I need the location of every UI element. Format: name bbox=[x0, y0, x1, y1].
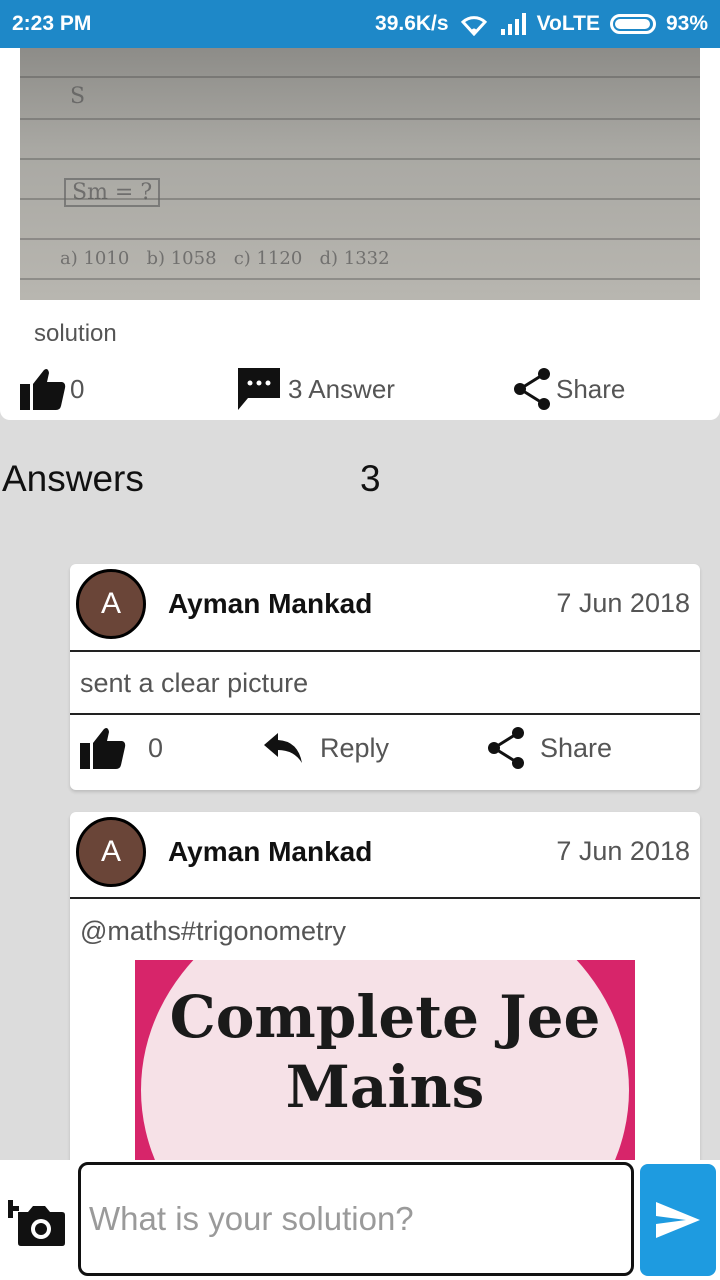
paper-rule bbox=[20, 158, 700, 160]
answer-share-label: Share bbox=[540, 732, 613, 763]
question-answer-button[interactable]: 3 Answer bbox=[238, 364, 395, 414]
question-share-label: Share bbox=[556, 373, 626, 404]
status-time: 2:23 PM bbox=[12, 12, 92, 35]
paper-rule bbox=[20, 118, 700, 120]
image-text-line2: Sm = ? bbox=[64, 178, 161, 207]
answer-author[interactable]: Ayman Mankad bbox=[168, 588, 372, 620]
battery-icon bbox=[609, 14, 656, 34]
answers-count: 3 bbox=[360, 458, 381, 499]
avatar[interactable]: A bbox=[76, 569, 146, 639]
answer-image[interactable]: Complete Jee Mains bbox=[135, 960, 635, 1172]
image-text-line1: Complete Jee bbox=[169, 983, 601, 1051]
answer-date: 7 Jun 2018 bbox=[556, 836, 690, 866]
solution-input[interactable] bbox=[78, 1162, 634, 1276]
answers-title: Answers bbox=[2, 458, 144, 499]
signal-icon bbox=[500, 13, 526, 35]
chat-icon bbox=[238, 368, 280, 410]
wifi-icon bbox=[460, 16, 487, 36]
answer-like-button[interactable] bbox=[80, 716, 126, 780]
answer-actions: 0 Reply Share bbox=[70, 716, 700, 780]
avatar[interactable]: A bbox=[76, 817, 146, 887]
question-image[interactable]: S Sm = ? a) 1010 b) 1058 c) 1120 d) 1332 bbox=[20, 48, 700, 300]
answer-card: A Ayman Mankad 7 Jun 2018 @maths#trigono… bbox=[70, 812, 700, 1172]
question-card: S Sm = ? a) 1010 b) 1058 c) 1120 d) 1332… bbox=[0, 48, 720, 420]
question-like-button[interactable]: 0 bbox=[20, 364, 84, 414]
share-icon bbox=[514, 368, 550, 410]
image-text-line2: Mains bbox=[285, 1053, 485, 1121]
paper-rule bbox=[20, 76, 700, 78]
status-bar: 2:23 PM 39.6K/s VoLTE 93% bbox=[0, 0, 720, 48]
answer-share-button[interactable]: Share bbox=[486, 716, 612, 780]
question-share-button[interactable]: Share bbox=[512, 364, 625, 414]
input-bar bbox=[0, 1160, 720, 1280]
thumbs-up-icon bbox=[20, 369, 66, 410]
divider bbox=[70, 713, 700, 715]
thumbs-up-icon bbox=[80, 728, 126, 769]
question-actions: 0 3 Answer Share bbox=[0, 364, 720, 414]
net-speed: 39.6K/s bbox=[375, 12, 449, 35]
status-indicators: 39.6K/s VoLTE 93% bbox=[375, 12, 708, 36]
question-like-count: 0 bbox=[70, 373, 85, 404]
image-text-line1: S bbox=[70, 84, 86, 109]
answer-reply-button[interactable]: Reply bbox=[264, 716, 389, 780]
divider bbox=[70, 897, 700, 899]
question-answer-label: 3 Answer bbox=[288, 373, 395, 404]
paper-rule bbox=[20, 278, 700, 280]
answer-text: @maths#trigonometry bbox=[80, 916, 347, 946]
divider bbox=[70, 650, 700, 652]
answer-reply-label: Reply bbox=[320, 732, 390, 763]
send-button[interactable] bbox=[640, 1164, 716, 1276]
answer-text: sent a clear picture bbox=[80, 668, 309, 698]
send-icon bbox=[656, 1202, 700, 1238]
answer-date: 7 Jun 2018 bbox=[556, 588, 690, 618]
share-icon bbox=[488, 727, 524, 769]
answer-author[interactable]: Ayman Mankad bbox=[168, 836, 372, 868]
battery-level: 93% bbox=[665, 12, 708, 35]
paper-rule bbox=[20, 238, 700, 240]
answer-card: A Ayman Mankad 7 Jun 2018 sent a clear p… bbox=[70, 564, 700, 790]
answer-like-count: 0 bbox=[148, 732, 164, 763]
question-description: solution bbox=[34, 320, 117, 347]
add-photo-icon[interactable] bbox=[8, 1194, 66, 1246]
reply-icon bbox=[264, 733, 302, 763]
network-type: VoLTE bbox=[536, 12, 600, 35]
image-text-options: a) 1010 b) 1058 c) 1120 d) 1332 bbox=[60, 248, 390, 269]
